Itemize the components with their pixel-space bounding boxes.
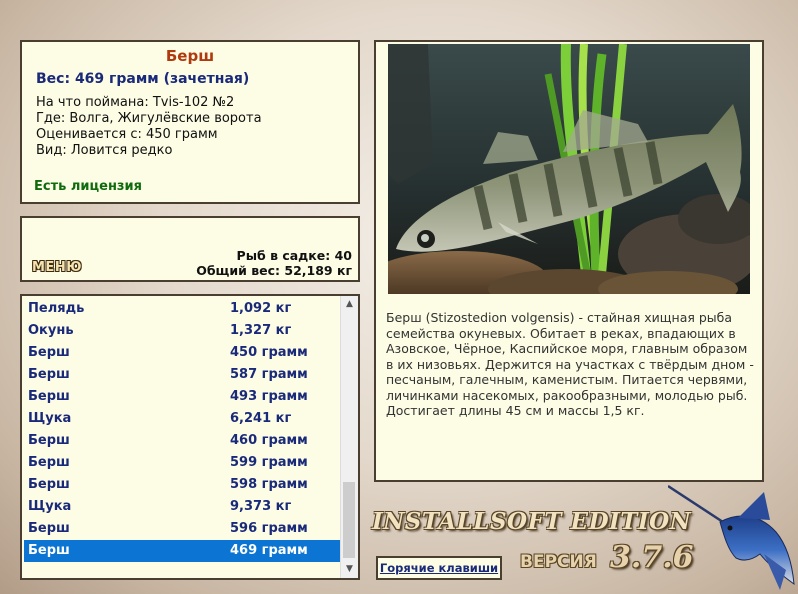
- list-item[interactable]: Берш 460 грамм: [24, 430, 342, 452]
- list-scrollbar[interactable]: ▲ ▼: [340, 296, 358, 578]
- list-item[interactable]: Берш 596 грамм: [24, 518, 342, 540]
- marlin-logo-icon: [668, 484, 795, 590]
- list-item[interactable]: Берш 599 грамм: [24, 452, 342, 474]
- fish-weight: Вес: 469 грамм (зачетная): [36, 71, 250, 87]
- brand-title: INSTALLSOFT EDITION: [372, 508, 692, 535]
- list-item[interactable]: Берш 598 грамм: [24, 474, 342, 496]
- fish-name: Щука: [28, 411, 72, 426]
- scroll-up-icon[interactable]: ▲: [341, 296, 358, 313]
- list-item[interactable]: Пелядь 1,092 кг: [24, 298, 342, 320]
- scroll-down-icon[interactable]: ▼: [341, 561, 358, 578]
- fish-description-text: Берш (Stizostedion volgensis) - стайная …: [386, 310, 754, 418]
- fish-weight-cell: 1,092 кг: [230, 301, 292, 316]
- fish-title: Берш: [165, 47, 215, 65]
- fish-name: Берш: [28, 433, 70, 448]
- fish-info-panel: Берш Вес: 469 грамм (зачетная) На что по…: [20, 40, 360, 204]
- list-item[interactable]: Окунь 1,327 кг: [24, 320, 342, 342]
- bait-line: На что поймана: Tvis-102 №2: [36, 95, 235, 110]
- fish-name: Берш: [28, 367, 70, 382]
- fish-name: Щука: [28, 499, 72, 514]
- fish-name: Берш: [28, 389, 70, 404]
- fish-weight-cell: 596 грамм: [230, 521, 308, 536]
- cage-fish-count: Рыб в садке: 40: [236, 248, 352, 263]
- list-item[interactable]: Берш 469 грамм: [24, 540, 342, 562]
- cage-panel: Рыб в садке: 40 Общий вес: 52,189 кг МЕН…: [20, 216, 360, 282]
- fish-name: Берш: [28, 455, 70, 470]
- min-weight-line: Оценивается с: 450 грамм: [36, 127, 218, 142]
- hotkeys-button[interactable]: Горячие клавиши: [376, 556, 502, 580]
- list-item[interactable]: Берш 493 грамм: [24, 386, 342, 408]
- fish-name: Берш: [28, 543, 70, 558]
- fish-description-panel: Берш (Stizostedion volgensis) - стайная …: [374, 40, 764, 482]
- list-item[interactable]: Берш 450 грамм: [24, 342, 342, 364]
- fish-name: Берш: [28, 345, 70, 360]
- fish-weight-cell: 599 грамм: [230, 455, 308, 470]
- fish-weight-cell: 469 грамм: [230, 543, 308, 558]
- version-label: ВЕРСИЯ: [520, 552, 597, 572]
- species-rarity-line: Вид: Ловится редко: [36, 143, 173, 158]
- fish-weight-cell: 6,241 кг: [230, 411, 292, 426]
- scrollbar-thumb[interactable]: [343, 482, 355, 558]
- fish-name: Окунь: [28, 323, 74, 338]
- fish-weight-cell: 1,327 кг: [230, 323, 292, 338]
- fish-weight-cell: 9,373 кг: [230, 499, 292, 514]
- list-item[interactable]: Щука 6,241 кг: [24, 408, 342, 430]
- fish-weight-cell: 450 грамм: [230, 345, 308, 360]
- zander-fish-image: [388, 44, 750, 294]
- fish-weight-cell: 493 грамм: [230, 389, 308, 404]
- fish-name: Берш: [28, 477, 70, 492]
- fish-name: Берш: [28, 521, 70, 536]
- fish-weight-cell: 598 грамм: [230, 477, 308, 492]
- location-line: Где: Волга, Жигулёвские ворота: [36, 111, 262, 126]
- menu-button[interactable]: МЕНЮ: [32, 260, 82, 275]
- list-item[interactable]: Щука 9,373 кг: [24, 496, 342, 518]
- fish-weight-cell: 460 грамм: [230, 433, 308, 448]
- fish-photo: [388, 44, 750, 294]
- cage-total-weight: Общий вес: 52,189 кг: [196, 263, 352, 278]
- catch-list[interactable]: Пелядь 1,092 кг Окунь 1,327 кг Берш 450 грамм…: [20, 294, 360, 580]
- catch-list-rows: Пелядь 1,092 кг Окунь 1,327 кг Берш 450 грамм…: [24, 298, 342, 562]
- list-item[interactable]: Берш 587 грамм: [24, 364, 342, 386]
- fish-weight-cell: 587 грамм: [230, 367, 308, 382]
- license-status: Есть лицензия: [34, 179, 142, 194]
- fish-name: Пелядь: [28, 301, 85, 316]
